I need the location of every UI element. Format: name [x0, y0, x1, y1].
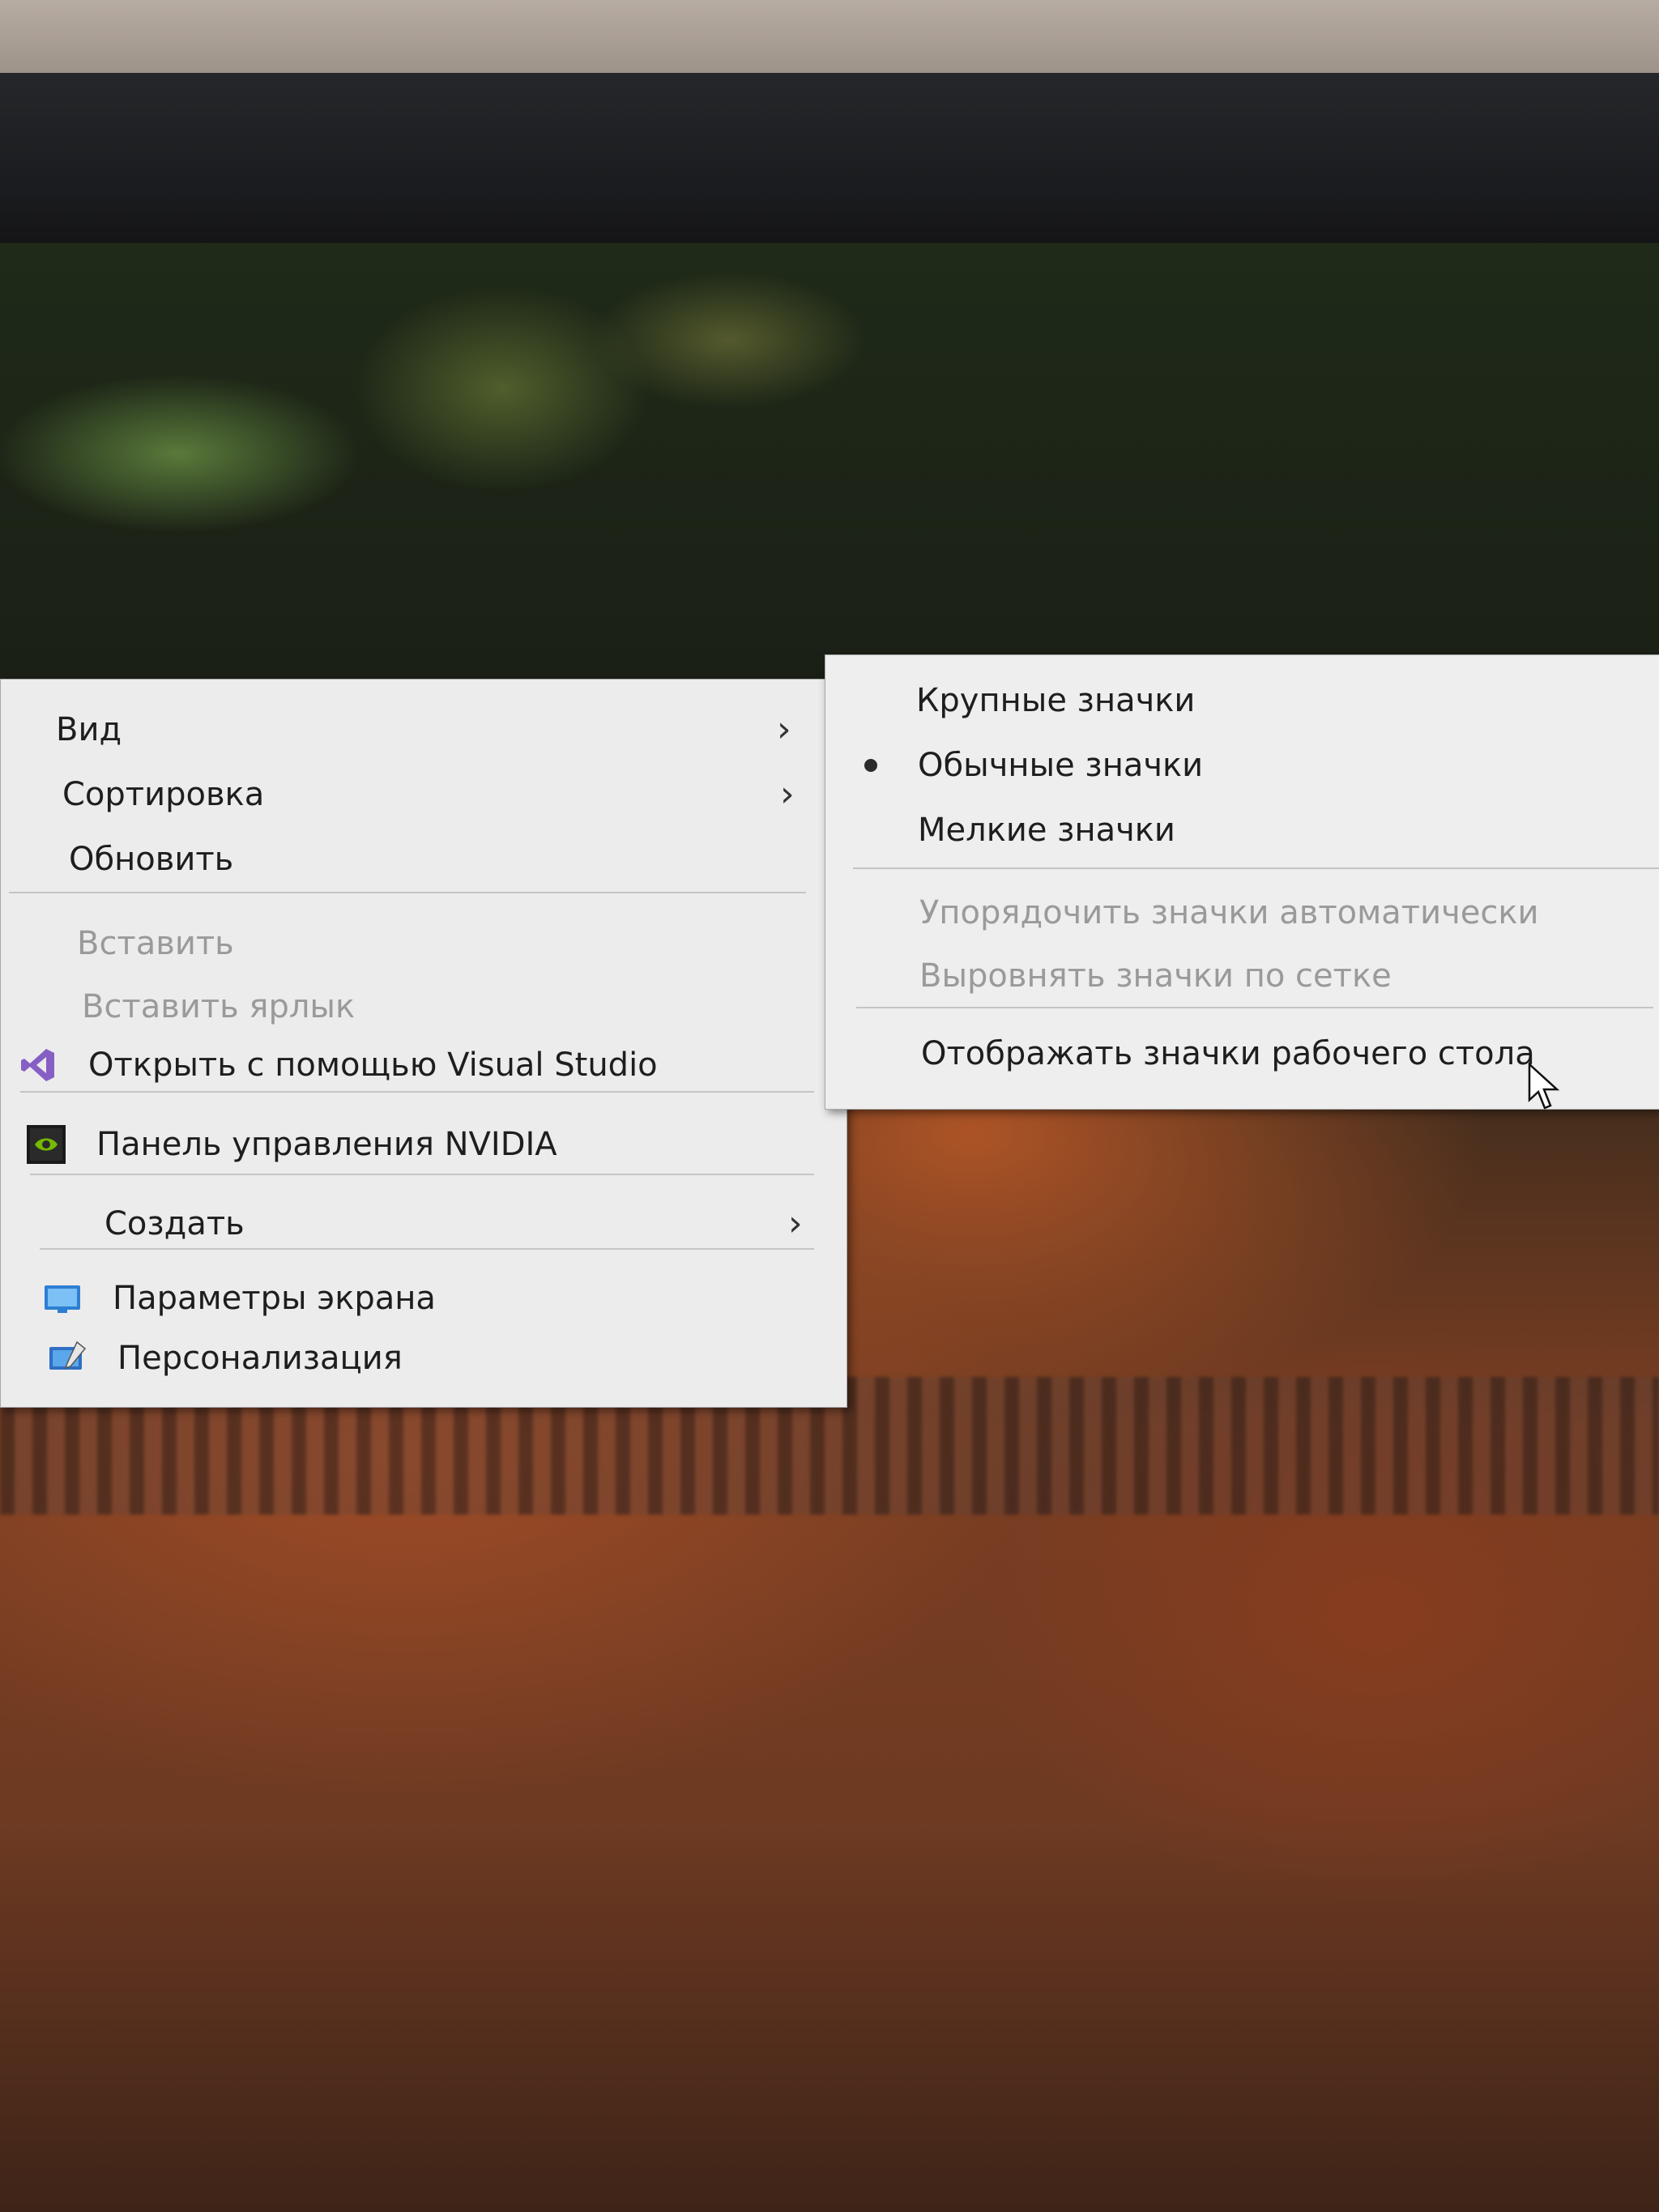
- submenu-item-large-icons-label: Крупные значки: [916, 682, 1196, 719]
- menu-item-display-settings[interactable]: Параметры экрана: [1, 1269, 847, 1328]
- menu-item-open-visual-studio[interactable]: Открыть с помощью Visual Studio: [1, 1036, 847, 1094]
- submenu-item-large-icons[interactable]: Крупные значки: [825, 671, 1659, 730]
- menu-item-open-visual-studio-label: Открыть с помощью Visual Studio: [88, 1046, 658, 1084]
- menu-item-sort-label: Сортировка: [62, 776, 265, 813]
- menu-item-sort[interactable]: Сортировка ›: [1, 765, 847, 824]
- submenu-item-small-icons[interactable]: Мелкие значки: [825, 801, 1659, 859]
- submenu-item-auto-arrange-label: Упорядочить значки автоматически: [919, 894, 1539, 931]
- chevron-right-icon: ›: [780, 774, 795, 815]
- menu-item-nvidia-control-panel[interactable]: Панель управления NVIDIA: [1, 1115, 847, 1174]
- wall-background: [0, 0, 1659, 81]
- menu-item-refresh-label: Обновить: [69, 841, 234, 878]
- menu-item-paste[interactable]: Вставить: [1, 914, 847, 973]
- monitor-bezel: [0, 73, 1659, 247]
- menu-item-nvidia-control-panel-label: Панель управления NVIDIA: [96, 1126, 557, 1163]
- submenu-item-medium-icons[interactable]: Обычные значки: [825, 736, 1659, 795]
- photo-of-monitor: Вид › Сортировка › Обновить Вставить Вст…: [0, 0, 1659, 2212]
- submenu-item-auto-arrange[interactable]: Упорядочить значки автоматически: [825, 884, 1659, 942]
- mouse-pointer-icon: [1528, 1063, 1560, 1110]
- chevron-right-icon: ›: [777, 709, 791, 750]
- menu-item-new-label: Создать: [104, 1205, 245, 1242]
- visual-studio-icon: [21, 1049, 54, 1081]
- menu-item-personalization[interactable]: Персонализация: [1, 1329, 847, 1387]
- menu-separator: [856, 1007, 1653, 1008]
- submenu-item-align-to-grid[interactable]: Выровнять значки по сетке: [825, 947, 1659, 1005]
- menu-item-new[interactable]: Создать ›: [1, 1195, 847, 1253]
- menu-item-refresh[interactable]: Обновить: [1, 830, 847, 889]
- menu-item-display-settings-label: Параметры экрана: [113, 1280, 436, 1317]
- menu-separator: [9, 892, 806, 893]
- menu-separator: [40, 1248, 814, 1250]
- menu-item-personalization-label: Персонализация: [117, 1340, 403, 1377]
- chevron-right-icon: ›: [788, 1203, 803, 1244]
- menu-separator: [853, 867, 1659, 869]
- display-icon: [45, 1285, 80, 1313]
- submenu-item-medium-icons-label: Обычные значки: [918, 747, 1204, 784]
- menu-item-view[interactable]: Вид ›: [1, 701, 847, 759]
- menu-item-paste-shortcut[interactable]: Вставить ярлык: [1, 978, 847, 1036]
- menu-item-paste-label: Вставить: [77, 925, 234, 962]
- view-submenu: Крупные значки Обычные значки Мелкие зна…: [825, 654, 1659, 1110]
- submenu-item-small-icons-label: Мелкие значки: [918, 812, 1175, 849]
- menu-item-paste-shortcut-label: Вставить ярлык: [82, 988, 356, 1025]
- menu-item-view-label: Вид: [56, 711, 122, 748]
- nvidia-icon: [27, 1125, 66, 1164]
- submenu-item-align-to-grid-label: Выровнять значки по сетке: [919, 957, 1392, 995]
- submenu-item-show-desktop-icons-label: Отображать значки рабочего стола: [921, 1035, 1535, 1072]
- radio-selected-dot-icon: [864, 759, 877, 772]
- menu-separator: [30, 1174, 814, 1175]
- personalization-icon: [49, 1340, 87, 1370]
- menu-separator: [20, 1091, 814, 1093]
- desktop-context-menu: Вид › Сортировка › Обновить Вставить Вст…: [0, 679, 847, 1408]
